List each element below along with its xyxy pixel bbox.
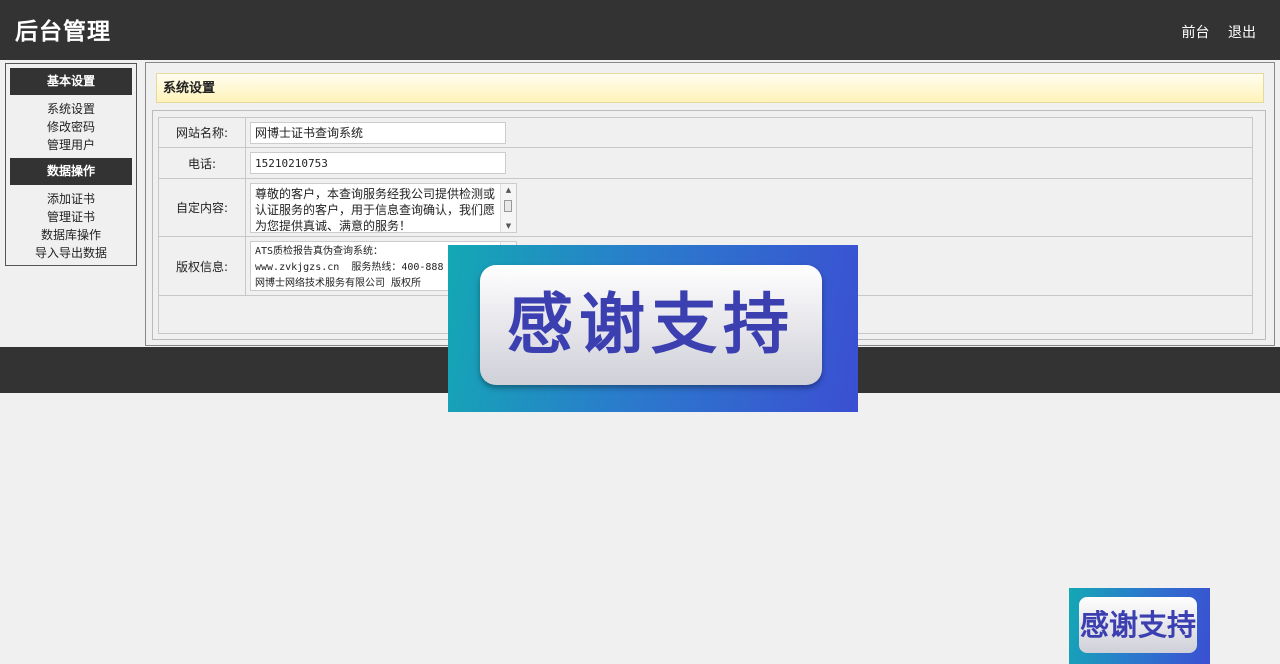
top-nav: 前台 退出: [1168, 22, 1256, 42]
thanks-ad-small[interactable]: 感谢支持: [1069, 588, 1210, 664]
scroll-down-icon[interactable]: ▼: [501, 220, 516, 232]
form-row-custom-content: 自定内容: 尊敬的客户，本查询服务经我公司提供检测或认证服务的客户，用于信息查询…: [158, 178, 1253, 237]
thanks-ad-small-text: 感谢支持: [1079, 597, 1197, 653]
custom-content-scrollbar[interactable]: ▲ ▼: [500, 183, 516, 232]
sidebar-item-system-settings[interactable]: 系统设置: [6, 100, 136, 118]
scroll-up-icon[interactable]: ▲: [501, 184, 516, 196]
custom-content-label: 自定内容:: [158, 178, 246, 237]
thanks-ad-large-text: 感谢支持: [480, 265, 822, 385]
sidebar-item-add-certificate[interactable]: 添加证书: [6, 190, 136, 208]
sidebar-group-basic-title: 基本设置: [10, 68, 132, 95]
thanks-ad-large[interactable]: 感谢支持: [448, 245, 858, 412]
sidebar-item-database-operations[interactable]: 数据库操作: [6, 226, 136, 244]
app-title: 后台管理: [15, 18, 111, 45]
phone-label: 电话:: [158, 147, 246, 179]
sidebar-item-manage-users[interactable]: 管理用户: [6, 136, 136, 154]
sidebar-group-basic: 系统设置 修改密码 管理用户: [6, 100, 136, 154]
sidebar-group-data: 添加证书 管理证书 数据库操作 导入导出数据: [6, 190, 136, 262]
sidebar: 基本设置 系统设置 修改密码 管理用户 数据操作 添加证书 管理证书 数据库操作…: [5, 63, 137, 266]
sidebar-item-manage-certificates[interactable]: 管理证书: [6, 208, 136, 226]
top-header: 后台管理 前台 退出: [0, 0, 1280, 60]
scroll-thumb[interactable]: [504, 199, 512, 212]
sidebar-item-import-export[interactable]: 导入导出数据: [6, 244, 136, 262]
form-row-phone: 电话:: [158, 147, 1253, 179]
section-title: 系统设置: [156, 73, 1264, 103]
custom-content-textarea[interactable]: 尊敬的客户，本查询服务经我公司提供检测或认证服务的客户，用于信息查询确认，我们愿…: [250, 182, 517, 233]
copyright-label: 版权信息:: [158, 236, 246, 296]
frontend-link[interactable]: 前台: [1182, 25, 1210, 41]
phone-input[interactable]: [250, 152, 506, 174]
custom-content-text: 尊敬的客户，本查询服务经我公司提供检测或认证服务的客户，用于信息查询确认，我们愿…: [255, 186, 496, 233]
site-name-label: 网站名称:: [158, 117, 246, 148]
sidebar-item-change-password[interactable]: 修改密码: [6, 118, 136, 136]
form-row-site-name: 网站名称:: [158, 117, 1253, 148]
site-name-input[interactable]: [250, 121, 506, 144]
sidebar-group-data-title: 数据操作: [10, 158, 132, 185]
logout-link[interactable]: 退出: [1228, 25, 1256, 41]
